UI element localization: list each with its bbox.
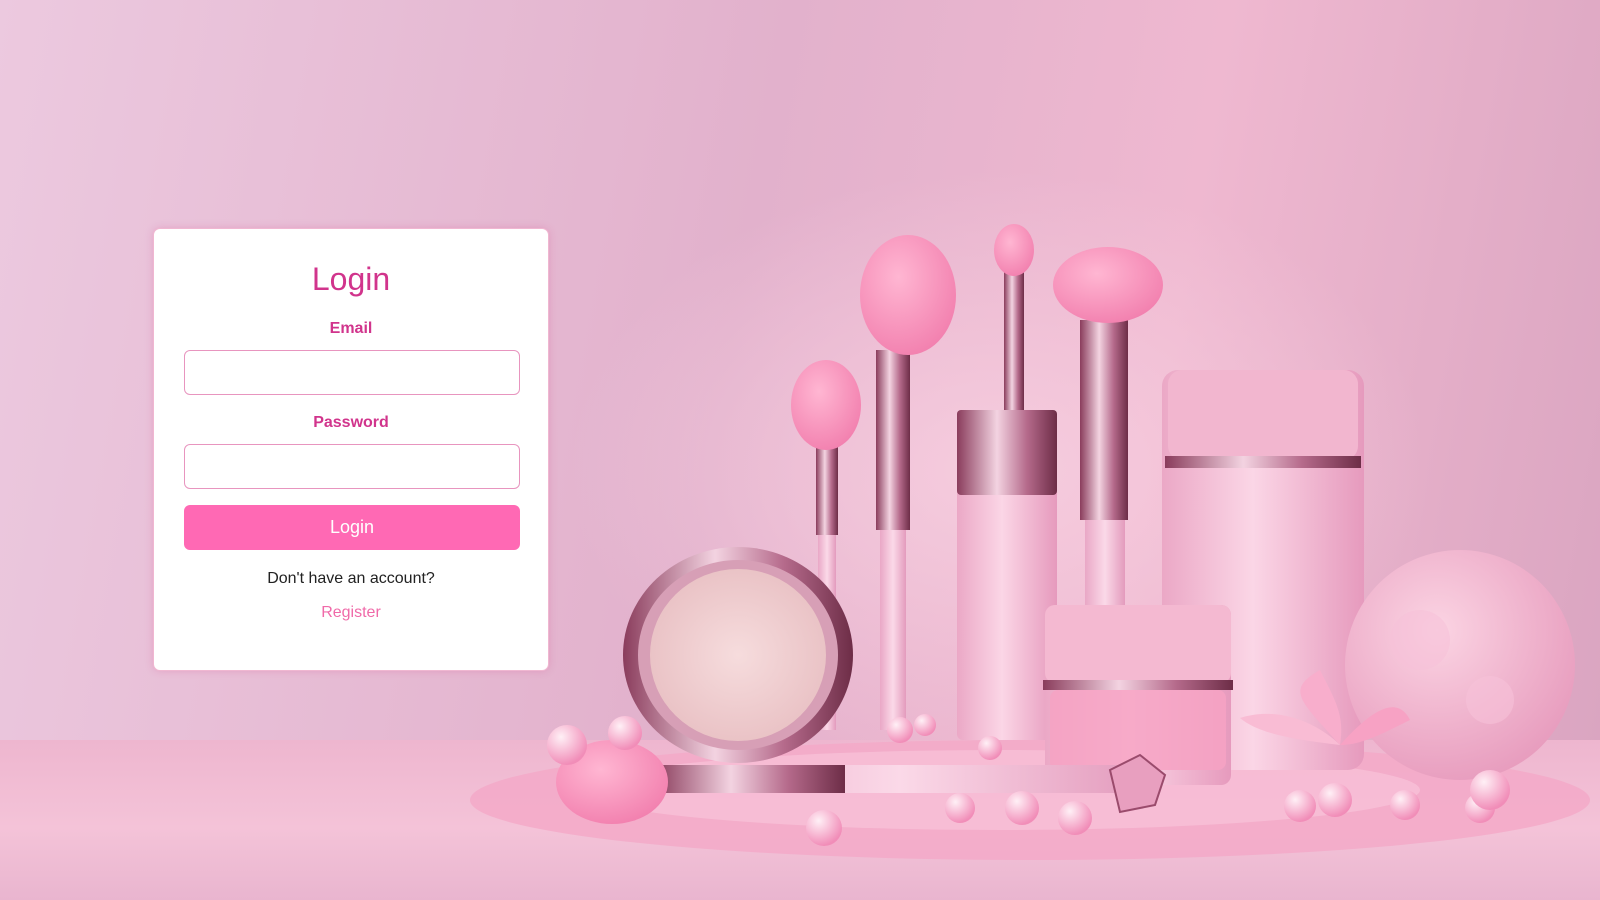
page-background: Login Email Password Login Don't have an… [0, 0, 1600, 900]
password-label: Password [313, 414, 389, 431]
password-input[interactable] [184, 444, 520, 489]
login-title: Login [311, 261, 391, 297]
login-button[interactable]: Login [184, 505, 520, 550]
login-card: Login Email Password Login Don't have an… [153, 228, 549, 671]
email-label: Email [329, 320, 373, 337]
no-account-text: Don't have an account? [267, 570, 435, 587]
email-input[interactable] [184, 350, 520, 395]
register-link[interactable]: Register [154, 604, 548, 622]
